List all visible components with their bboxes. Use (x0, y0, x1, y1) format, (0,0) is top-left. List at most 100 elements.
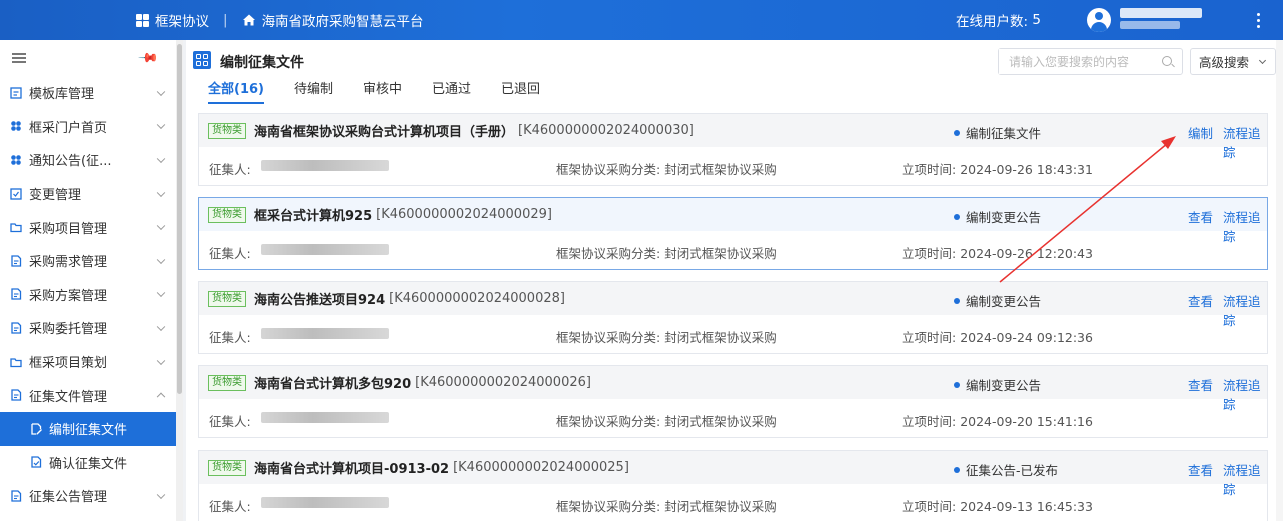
tab-all[interactable]: 全部(16) (208, 78, 264, 104)
category-value: 封闭式框架协议采购 (664, 414, 777, 429)
project-card-body: 征集人: 框架协议采购分类: 封闭式框架协议采购 立项时间: 2024-09-20 … (199, 399, 1267, 437)
template-icon (10, 87, 22, 99)
more-menu-icon[interactable] (1250, 0, 1266, 40)
project-card[interactable]: 货物类 海南公告推送项目924 [K4600000002024000028] 编制变更… (198, 281, 1268, 354)
project-card-header: 货物类 海南省台式计算机项目-0913-02 [K46000000020240000… (199, 451, 1267, 497)
sidebar-item-label: 采购委托管理 (29, 322, 108, 338)
chevron-down-icon[interactable] (156, 221, 166, 231)
page-scrollbar[interactable] (1276, 40, 1283, 521)
chevron-up-icon[interactable] (156, 392, 166, 402)
view-link[interactable]: 查看 (1188, 460, 1213, 479)
folder-icon (10, 223, 22, 233)
tab-approved[interactable]: 已通过 (432, 78, 471, 102)
project-title[interactable]: 海南省框架协议采购台式计算机项目（手册） (254, 121, 514, 140)
sidebar-scrollbar[interactable] (176, 40, 183, 521)
sidebar-item-collect-doc-mgmt[interactable]: 征集文件管理 (0, 378, 176, 412)
top-bar: 框架协议 | 海南省政府采购智慧云平台 在线用户数: 5 (0, 0, 1283, 40)
view-link[interactable]: 查看 (1188, 291, 1213, 310)
pin-icon[interactable]: 📌 (137, 47, 159, 69)
module-name[interactable]: 框架协议 (155, 10, 209, 30)
time-label: 立项时间: (902, 414, 957, 429)
status-badge: 编制征集文件 (954, 123, 1041, 142)
sidebar-item-procure-plan[interactable]: 采购方案管理 (0, 278, 176, 312)
sidebar-item-label: 模板库管理 (29, 87, 95, 103)
category-info: 框架协议采购分类: 封闭式框架协议采购 (556, 496, 777, 515)
chevron-down-icon[interactable] (156, 288, 166, 298)
doc-icon (11, 490, 22, 502)
view-link[interactable]: 查看 (1188, 207, 1213, 226)
sidebar-item-framework-planning[interactable]: 框采项目策划 (0, 345, 176, 379)
collector-redacted (261, 244, 389, 255)
status-tabs: 全部(16) 待编制 审核中 已通过 已退回 (208, 78, 570, 104)
view-link[interactable]: 查看 (1188, 375, 1213, 394)
edit-link[interactable]: 编制 (1188, 123, 1213, 142)
chevron-down-icon[interactable] (156, 255, 166, 264)
advanced-search-button[interactable]: 高级搜索 (1190, 48, 1276, 75)
user-name-redacted[interactable] (1120, 8, 1202, 18)
status-text: 编制变更公告 (966, 378, 1042, 393)
project-card-header: 货物类 海南省框架协议采购台式计算机项目（手册） [K460000000202400… (199, 114, 1267, 160)
main-content: 编制征集文件 高级搜索 全部(16) 待编制 审核中 已通过 已退回 货物类海南… (186, 40, 1283, 521)
sidebar-item-template-library[interactable]: 模板库管理 (0, 76, 176, 110)
chevron-down-icon[interactable] (156, 87, 166, 96)
category-value: 封闭式框架协议采购 (664, 499, 777, 514)
status-badge: 征集公告-已发布 (954, 460, 1058, 479)
project-card[interactable]: 货物类 海南省框架协议采购台式计算机项目（手册） [K460000000202400… (198, 113, 1268, 186)
sidebar-item-collect-notice-mgmt[interactable]: 征集公告管理 (0, 479, 176, 513)
sidebar-item-portal-home[interactable]: 框采门户首页 (0, 110, 176, 144)
menu-toggle-icon[interactable] (12, 53, 26, 63)
sidebar-scroll-thumb[interactable] (177, 44, 182, 394)
category-value: 封闭式框架协议采购 (664, 162, 777, 177)
advanced-search-label: 高级搜索 (1199, 55, 1250, 70)
project-card[interactable]: 货物类 海南省台式计算机项目-0913-02 [K46000000020240000… (198, 450, 1268, 521)
sidebar-item-edit-collect-doc[interactable]: 编制征集文件 (0, 411, 176, 446)
sidebar-item-label: 变更管理 (29, 188, 82, 204)
project-title[interactable]: 海南公告推送项目924 (254, 289, 385, 308)
category-tag: 货物类 (208, 206, 246, 223)
doc-icon (11, 255, 22, 267)
status-dot-icon (954, 213, 960, 220)
project-title[interactable]: 海南省台式计算机多包920 (254, 373, 411, 392)
project-code: [K4600000002024000030] (518, 123, 694, 138)
sidebar: 📌 模板库管理 框采门户首页 通知公告(征... 变更管理 采购项目管理 采购需求管理 采购… (0, 40, 176, 521)
chevron-down-icon[interactable] (156, 188, 166, 197)
project-title[interactable]: 框采台式计算机925 (254, 205, 372, 224)
tab-reviewing[interactable]: 审核中 (363, 78, 402, 102)
sidebar-item-confirm-collect-doc[interactable]: 确认征集文件 (0, 446, 176, 480)
created-time: 立项时间: 2024-09-26 18:43:31 (902, 159, 1093, 178)
collector-label: 征集人: (209, 499, 251, 514)
category-label: 框架协议采购分类: (556, 162, 661, 177)
collector-label: 征集人: (209, 414, 251, 429)
chevron-down-icon[interactable] (156, 120, 166, 130)
search-icon[interactable] (1162, 56, 1172, 66)
sidebar-item-procure-project[interactable]: 采购项目管理 (0, 210, 176, 244)
status-dot-icon (954, 381, 960, 388)
created-time: 立项时间: 2024-09-20 15:41:16 (902, 411, 1093, 430)
platform-name[interactable]: 海南省政府采购智慧云平台 (262, 10, 424, 30)
doc-icon (11, 389, 22, 401)
tab-returned[interactable]: 已退回 (501, 78, 540, 102)
chevron-down-icon[interactable] (156, 356, 166, 365)
tab-pending[interactable]: 待编制 (294, 78, 333, 102)
chevron-down-icon[interactable] (156, 154, 166, 164)
project-card-body: 征集人: 框架协议采购分类: 封闭式框架协议采购 立项时间: 2024-09-26 … (199, 147, 1267, 185)
sidebar-item-change-mgmt[interactable]: 变更管理 (0, 177, 176, 211)
collector-redacted (261, 497, 389, 508)
sidebar-item-procure-entrust[interactable]: 采购委托管理 (0, 311, 176, 345)
project-card[interactable]: 货物类 海南省台式计算机多包920 [K4600000002024000026] 编制… (198, 365, 1268, 438)
time-label: 立项时间: (902, 162, 957, 177)
project-card-body: 征集人: 框架协议采购分类: 封闭式框架协议采购 立项时间: 2024-09-26 … (199, 231, 1267, 269)
sidebar-item-label: 确认征集文件 (49, 456, 128, 472)
chevron-down-icon[interactable] (156, 322, 166, 331)
project-title[interactable]: 海南省台式计算机项目-0913-02 (254, 458, 449, 477)
project-card[interactable]: 货物类 框采台式计算机925 [K4600000002024000029] 编制变更公… (198, 197, 1268, 270)
sidebar-item-procure-demand[interactable]: 采购需求管理 (0, 244, 176, 278)
chevron-down-icon[interactable] (156, 490, 166, 499)
category-label: 框架协议采购分类: (556, 330, 661, 345)
user-avatar[interactable] (1087, 8, 1111, 32)
category-info: 框架协议采购分类: 封闭式框架协议采购 (556, 411, 777, 430)
sidebar-item-notice[interactable]: 通知公告(征... (0, 143, 176, 177)
apps-grid-icon[interactable] (136, 13, 149, 27)
search-box[interactable] (998, 48, 1183, 75)
search-input[interactable] (999, 49, 1149, 74)
